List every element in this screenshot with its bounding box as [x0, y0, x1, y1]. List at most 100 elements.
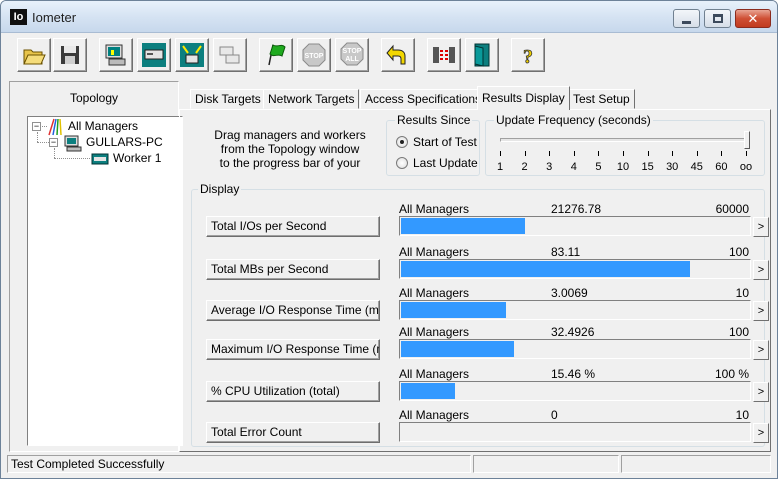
metric-select-button[interactable]: Total I/Os per Second [206, 216, 380, 237]
tree-item-all-managers[interactable]: All Managers [68, 119, 138, 133]
slider-tick-label: 45 [690, 161, 703, 173]
stop-all-sub: ALL [345, 56, 359, 63]
row-source: All Managers [399, 202, 470, 216]
slider-tick [721, 151, 723, 156]
minimize-icon [682, 21, 691, 24]
reset-workers-button[interactable] [381, 38, 415, 72]
new-manager-button[interactable] [137, 38, 171, 72]
tab-access-specifications[interactable]: Access Specifications [360, 89, 487, 109]
radio-last-update[interactable] [396, 157, 408, 169]
tab-network-targets[interactable]: Network Targets [263, 89, 360, 109]
metric-select-button[interactable]: Average I/O Response Time (ms) [206, 300, 380, 321]
progress-bar[interactable] [399, 381, 751, 401]
row-value: 32.4926 [551, 325, 595, 339]
tree-item-gullars-pc[interactable]: GULLARS-PC [86, 135, 163, 149]
window-title: Iometer [32, 10, 77, 25]
metric-select-button[interactable]: Total Error Count [206, 422, 380, 443]
save-config-button[interactable] [53, 38, 87, 72]
maximize-button[interactable] [704, 9, 731, 28]
slider-tick-label: 4 [570, 161, 577, 173]
row-header: All Managers 3.0069 10 [399, 286, 749, 300]
display-button[interactable] [99, 38, 133, 72]
iometer-app-icon[interactable]: Io [10, 9, 27, 25]
slider-tick [746, 151, 747, 156]
progress-bar[interactable] [399, 216, 751, 236]
about-icon: ? [523, 46, 534, 68]
row-max: 100 [728, 325, 749, 339]
row-max: 10 [735, 408, 749, 422]
stop-all-label: STOP [343, 48, 362, 55]
slider-tick [500, 151, 501, 156]
tab-panel: Disk Targets Network Targets Access Spec… [179, 81, 771, 452]
about-glyph: ? [523, 46, 533, 68]
start-green-flag-icon [268, 44, 286, 66]
slider-tick [549, 151, 551, 156]
minimize-button[interactable] [673, 9, 700, 28]
label-last-update: Last Update [413, 156, 478, 170]
open-config-button[interactable] [17, 38, 51, 72]
about-button[interactable]: ? [511, 38, 545, 72]
tab-disk-targets[interactable]: Disk Targets [190, 89, 266, 109]
tab-results-display[interactable]: Results Display [477, 86, 570, 110]
row-expand-button[interactable]: > [753, 301, 769, 321]
radio-start-of-test[interactable] [396, 136, 408, 148]
tree-toggle-gullars-pc[interactable]: − [49, 138, 58, 147]
row-max: 100 [728, 245, 749, 259]
slider-tick [524, 151, 526, 156]
exit-icon [474, 43, 490, 67]
progress-bar[interactable] [399, 259, 751, 279]
update-frequency-title: Update Frequency (seconds) [494, 113, 653, 127]
slider-tick [672, 151, 674, 156]
row-source: All Managers [399, 286, 470, 300]
exit-button[interactable] [465, 38, 499, 72]
tab-test-setup[interactable]: Test Setup [568, 89, 635, 109]
progress-bar[interactable] [399, 422, 751, 442]
tree-item-worker-1[interactable]: Worker 1 [113, 151, 161, 165]
tree-toggle-all-managers[interactable]: − [32, 122, 41, 131]
duplicate-worker-icon [219, 46, 240, 64]
row-value: 15.46 % [551, 367, 596, 381]
slider-tick [573, 151, 575, 156]
start-tests-button[interactable] [259, 38, 293, 72]
row-expand-button[interactable]: > [753, 423, 769, 443]
reset-workers-icon [386, 44, 406, 65]
row-header: All Managers 21276.78 60000 [399, 202, 749, 216]
duplicate-worker-button[interactable] [213, 38, 247, 72]
row-expand-button[interactable]: > [753, 217, 769, 237]
stop-all-icon: STOP ALL [340, 42, 364, 66]
disconnect-icon [433, 47, 455, 63]
slider-tick-label: 30 [666, 161, 679, 173]
stop-all-button[interactable]: STOP ALL [335, 38, 369, 72]
row-value: 3.0069 [551, 286, 588, 300]
stop-test-button[interactable]: STOP [297, 38, 331, 72]
row-expand-button[interactable]: > [753, 260, 769, 280]
update-frequency-slider[interactable] [500, 138, 750, 142]
stop-icon: STOP [302, 43, 326, 67]
row-expand-button[interactable]: > [753, 382, 769, 402]
new-worker-icon [180, 43, 204, 67]
slider-tick [696, 151, 698, 156]
row-expand-button[interactable]: > [753, 340, 769, 360]
metric-select-button[interactable]: Total MBs per Second [206, 259, 380, 280]
row-header: All Managers 32.4926 100 [399, 325, 749, 339]
slider-tick [647, 151, 649, 156]
metric-select-button[interactable]: Maximum I/O Response Time (ms) [206, 339, 380, 360]
row-max: 60000 [715, 202, 749, 216]
status-pane-2 [473, 455, 619, 473]
status-message: Test Completed Successfully [7, 455, 471, 473]
update-frequency-thumb[interactable] [744, 131, 750, 149]
close-button[interactable]: ✕ [735, 9, 771, 28]
progress-bar-fill [401, 261, 690, 277]
display-title: Display [198, 182, 242, 196]
row-max: 10 [735, 286, 749, 300]
progress-bar[interactable] [399, 339, 751, 359]
disconnect-button[interactable] [427, 38, 461, 72]
row-header: All Managers 15.46 % 100 % [399, 367, 749, 381]
close-icon: ✕ [747, 11, 759, 26]
metric-select-button[interactable]: % CPU Utilization (total) [206, 381, 380, 402]
progress-bar[interactable] [399, 300, 751, 320]
title-bar[interactable]: Io Iometer ✕ [1, 1, 777, 33]
new-worker-button[interactable] [175, 38, 209, 72]
topology-tree[interactable]: − All Managers − GULLARS-PC Worker 1 [27, 116, 183, 446]
slider-tick-label: 5 [595, 161, 602, 173]
